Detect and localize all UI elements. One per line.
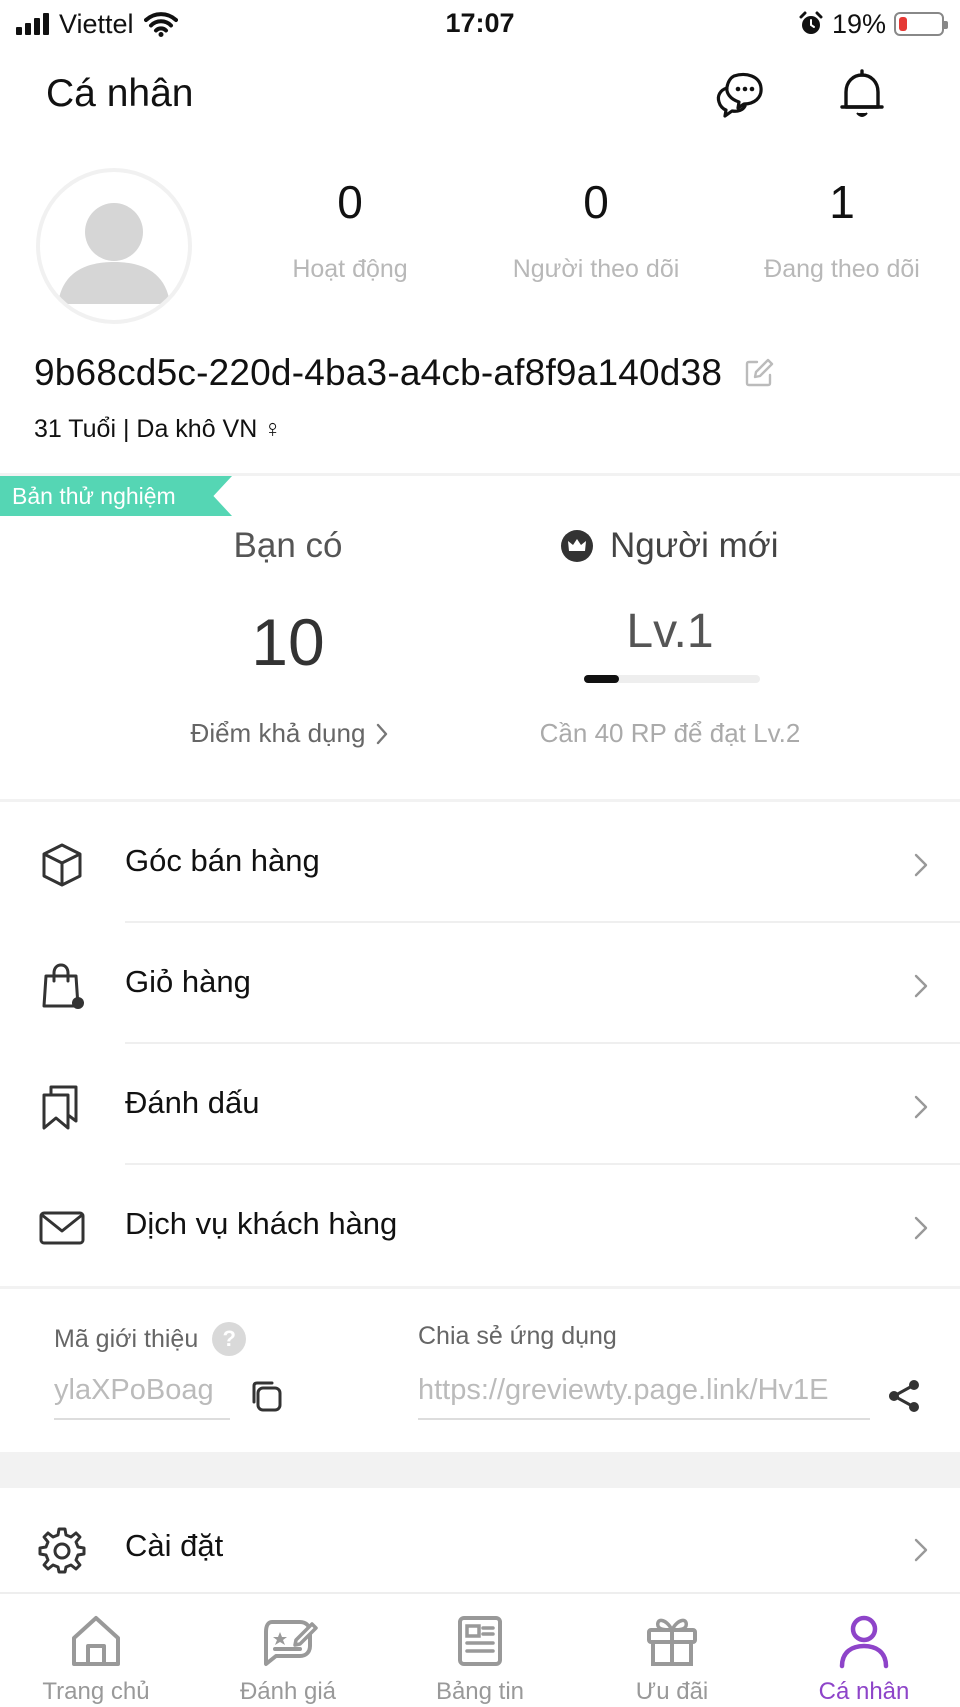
gear-icon: [38, 1527, 86, 1574]
review-icon: [264, 1620, 318, 1666]
nav-profile[interactable]: Cá nhân: [768, 1594, 960, 1707]
level-value: Lv.1: [626, 605, 714, 658]
divider: [0, 799, 960, 802]
shopping-bag-icon: [42, 963, 84, 1009]
menu-label: Dịch vụ khách hàng: [125, 1206, 398, 1241]
bell-icon[interactable]: [834, 66, 890, 122]
status-right: 19%: [798, 6, 948, 42]
nav-home[interactable]: Trang chủ: [0, 1594, 192, 1707]
chevron-right-icon: [914, 1538, 928, 1562]
share-app-label: Chia sẻ ứng dụng: [418, 1322, 617, 1351]
stat-following[interactable]: 1 Đang theo dõi: [722, 175, 960, 284]
chevron-right-icon: [914, 1095, 928, 1119]
level-progress-fill: [584, 675, 620, 683]
referral-code-label: Mã giới thiệu ?: [54, 1322, 247, 1356]
help-icon[interactable]: ?: [212, 1322, 247, 1356]
chevron-right-icon: [377, 723, 388, 744]
battery-percent: 19%: [831, 8, 886, 39]
stat-value: 0: [583, 176, 609, 228]
username: 9b68cd5c-220d-4ba3-a4cb-af8f9a140d38: [34, 352, 723, 393]
chat-bubbles-icon[interactable]: [714, 66, 770, 122]
nav-reviews[interactable]: Đánh giá: [192, 1594, 384, 1707]
edit-icon[interactable]: [742, 356, 776, 390]
avatar[interactable]: [36, 168, 192, 324]
copy-icon[interactable]: [248, 1378, 284, 1414]
bottom-nav: Trang chủ Đánh giá Bảng tin Ưu đãi Cá nh…: [0, 1592, 960, 1707]
nav-label: Trang chủ: [42, 1678, 150, 1705]
stat-label: Hoạt động: [292, 255, 408, 283]
chevron-right-icon: [914, 974, 928, 998]
stat-followers[interactable]: 0 Người theo dõi: [476, 175, 716, 284]
menu-item-bookmarks[interactable]: Đánh dấu: [0, 1045, 960, 1165]
nav-label: Đánh giá: [239, 1678, 337, 1705]
menu-label: Góc bán hàng: [125, 843, 320, 878]
menu-item-customer-service[interactable]: Dịch vụ khách hàng: [0, 1166, 960, 1286]
default-avatar-icon: [58, 203, 170, 304]
crown-icon: [561, 530, 593, 562]
menu-label: Đánh dấu: [125, 1085, 260, 1120]
menu-item-sales-corner[interactable]: Góc bán hàng: [0, 803, 960, 923]
nav-label: Bảng tin: [435, 1678, 525, 1705]
divider: [0, 473, 960, 476]
stat-activities[interactable]: 0 Hoạt động: [230, 175, 470, 284]
beta-ribbon: Bản thử nghiệm: [0, 476, 232, 516]
separator: [125, 1163, 960, 1165]
points-value: 10: [251, 605, 325, 679]
separator: [125, 1042, 960, 1044]
nav-label: Ưu đãi: [635, 1678, 709, 1705]
username-row: 9b68cd5c-220d-4ba3-a4cb-af8f9a140d38: [34, 352, 776, 394]
page-title: Cá nhân: [46, 72, 194, 115]
section-spacer: [0, 1452, 960, 1488]
female-icon: ♀: [263, 415, 283, 443]
person-icon: [839, 1615, 889, 1669]
level-hint: Cần 40 RP để đạt Lv.2: [539, 718, 801, 748]
chevron-right-icon: [914, 1216, 928, 1240]
referral-code-title: Mã giới thiệu: [54, 1324, 199, 1353]
news-icon: [458, 1616, 502, 1666]
divider: [0, 1286, 960, 1289]
box-icon: [42, 843, 82, 887]
menu-item-settings[interactable]: Cài đặt: [0, 1488, 960, 1608]
chevron-right-icon: [914, 853, 928, 877]
alarm-icon: [799, 11, 823, 34]
level-title: Người mới: [560, 526, 779, 566]
user-meta: 31 Tuổi | Da khô VN ♀: [34, 415, 282, 444]
status-bar: Viettel 17:07 19%: [0, 0, 960, 50]
share-link-field: https://greviewty.page.link/Hv1E: [418, 1374, 870, 1420]
stat-value: 1: [829, 176, 855, 228]
share-app-title: Chia sẻ ứng dụng: [418, 1322, 617, 1350]
nav-news[interactable]: Bảng tin: [384, 1594, 576, 1707]
separator: [125, 921, 960, 923]
available-points-label: Điểm khả dụng: [190, 718, 366, 748]
menu-label: Giỏ hàng: [125, 964, 251, 999]
stat-label: Người theo dõi: [512, 255, 680, 283]
age-skin-text: 31 Tuổi | Da khô VN: [34, 415, 258, 443]
stat-value: 0: [337, 176, 363, 228]
battery-fill: [899, 17, 907, 31]
menu-label: Cài đặt: [125, 1528, 224, 1563]
stat-label: Đang theo dõi: [764, 255, 920, 283]
menu-item-cart[interactable]: Giỏ hàng: [0, 924, 960, 1044]
points-label: Bạn có: [233, 526, 343, 565]
gift-icon: [647, 1618, 697, 1666]
level-progress-bar: [584, 675, 760, 683]
level-name: Người mới: [610, 526, 779, 565]
home-icon: [72, 1616, 120, 1666]
mail-icon: [39, 1211, 85, 1245]
share-icon[interactable]: [886, 1378, 922, 1414]
nav-label: Cá nhân: [818, 1678, 910, 1705]
battery-icon: [894, 12, 948, 36]
nav-deals[interactable]: Ưu đãi: [576, 1594, 768, 1707]
available-points-link[interactable]: Điểm khả dụng: [160, 718, 420, 749]
referral-code-field: ylaXPoBoag: [54, 1374, 230, 1420]
bookmarks-icon: [42, 1085, 78, 1130]
